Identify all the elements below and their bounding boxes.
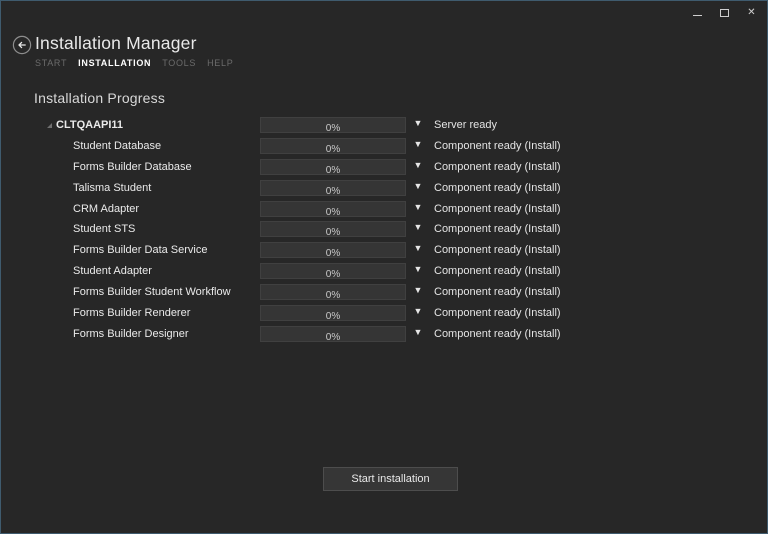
progress-value: 0% <box>325 331 341 343</box>
component-name: CRM Adapter <box>73 202 140 215</box>
dropdown-arrow-icon[interactable]: ▼ <box>411 306 425 316</box>
status-text: Component ready (Install) <box>434 286 561 299</box>
progress-bar: 0% <box>260 179 406 197</box>
page-title: Installation Progress <box>34 90 166 106</box>
progress-value: 0% <box>325 311 341 323</box>
dropdown-arrow-icon[interactable]: ▼ <box>411 181 425 191</box>
component-list: CLTQAAPI11 0% ▼ Server ready Student Dat… <box>1 115 767 345</box>
dropdown-arrow-icon[interactable]: ▼ <box>411 118 425 128</box>
component-name: Forms Builder Data Service <box>73 244 208 257</box>
minimize-icon <box>693 14 702 16</box>
component-name: Forms Builder Renderer <box>73 307 191 320</box>
dropdown-arrow-icon[interactable]: ▼ <box>411 243 425 253</box>
component-name: Talisma Student <box>73 181 152 194</box>
dropdown-arrow-icon[interactable]: ▼ <box>411 139 425 149</box>
dropdown-arrow-icon[interactable]: ▼ <box>411 264 425 274</box>
maximize-button[interactable] <box>711 2 738 23</box>
progress-value: 0% <box>325 143 341 155</box>
dropdown-arrow-icon[interactable]: ▼ <box>411 285 425 295</box>
component-row: Talisma Student 0% ▼ Component ready (In… <box>1 178 767 199</box>
status-text: Component ready (Install) <box>434 223 561 236</box>
status-text: Component ready (Install) <box>434 160 561 173</box>
component-row: Forms Builder Database 0% ▼ Component re… <box>1 157 767 178</box>
status-text: Component ready (Install) <box>434 327 561 340</box>
installation-manager-window: ✕ Installation Manager START INSTALLATION… <box>0 0 768 534</box>
progress-bar: 0% <box>260 158 406 176</box>
progress-bar: 0% <box>260 242 406 260</box>
progress-bar: 0% <box>260 305 406 323</box>
close-icon: ✕ <box>747 6 756 18</box>
status-text: Component ready (Install) <box>434 202 561 215</box>
component-name: Student Database <box>73 139 162 152</box>
main-nav: START INSTALLATION TOOLS HELP <box>35 58 233 68</box>
minimize-button[interactable] <box>684 2 711 23</box>
status-text: Component ready (Install) <box>434 244 561 257</box>
progress-value: 0% <box>325 123 341 134</box>
component-row: Forms Builder Data Service 0% ▼ Componen… <box>1 240 767 261</box>
progress-value: 0% <box>325 185 341 197</box>
component-row: Forms Builder Student Workflow 0% ▼ Comp… <box>1 282 767 303</box>
nav-item-tools[interactable]: TOOLS <box>162 58 196 68</box>
progress-value: 0% <box>325 269 341 281</box>
status-text: Component ready (Install) <box>434 307 561 320</box>
progress-bar: 0% <box>260 137 406 155</box>
titlebar: ✕ <box>684 2 765 23</box>
close-button[interactable]: ✕ <box>738 2 765 23</box>
component-name: Student Adapter <box>73 265 152 278</box>
component-row: CRM Adapter 0% ▼ Component ready (Instal… <box>1 199 767 220</box>
progress-bar: 0% <box>260 284 406 302</box>
maximize-icon <box>720 8 729 17</box>
component-name: Forms Builder Database <box>73 160 192 173</box>
back-arrow-icon <box>12 35 32 58</box>
dropdown-arrow-icon[interactable]: ▼ <box>411 202 425 212</box>
component-row: Forms Builder Renderer 0% ▼ Component re… <box>1 303 767 324</box>
progress-bar: 0% <box>260 200 406 218</box>
component-name: Forms Builder Designer <box>73 327 189 340</box>
status-text: Component ready (Install) <box>434 265 561 278</box>
progress-value: 0% <box>325 227 341 239</box>
status-text: Server ready <box>434 119 497 131</box>
nav-item-help[interactable]: HELP <box>207 58 233 68</box>
component-row: Student Database 0% ▼ Component ready (I… <box>1 136 767 157</box>
component-row: Student Adapter 0% ▼ Component ready (In… <box>1 261 767 282</box>
dropdown-arrow-icon[interactable]: ▼ <box>411 222 425 232</box>
progress-bar: 0% <box>260 117 406 134</box>
dropdown-arrow-icon[interactable]: ▼ <box>411 327 425 337</box>
tree-expander-icon[interactable] <box>47 123 52 128</box>
progress-value: 0% <box>325 206 341 218</box>
progress-bar: 0% <box>260 263 406 281</box>
progress-value: 0% <box>325 248 341 260</box>
back-button[interactable] <box>12 35 32 55</box>
progress-bar: 0% <box>260 221 406 239</box>
nav-item-installation[interactable]: INSTALLATION <box>78 58 151 68</box>
status-text: Component ready (Install) <box>434 139 561 152</box>
progress-value: 0% <box>325 290 341 302</box>
nav-item-start[interactable]: START <box>35 58 67 68</box>
dropdown-arrow-icon[interactable]: ▼ <box>411 160 425 170</box>
component-name: CLTQAAPI11 <box>56 119 124 131</box>
component-row: CLTQAAPI11 0% ▼ Server ready <box>1 115 767 136</box>
component-name: Student STS <box>73 223 136 236</box>
app-title: Installation Manager <box>35 33 197 53</box>
component-row: Student STS 0% ▼ Component ready (Instal… <box>1 219 767 240</box>
component-row: Forms Builder Designer 0% ▼ Component re… <box>1 324 767 345</box>
component-name: Forms Builder Student Workflow <box>73 286 231 299</box>
progress-value: 0% <box>325 164 341 176</box>
status-text: Component ready (Install) <box>434 181 561 194</box>
start-installation-button[interactable]: Start installation <box>323 467 458 491</box>
progress-bar: 0% <box>260 325 406 343</box>
